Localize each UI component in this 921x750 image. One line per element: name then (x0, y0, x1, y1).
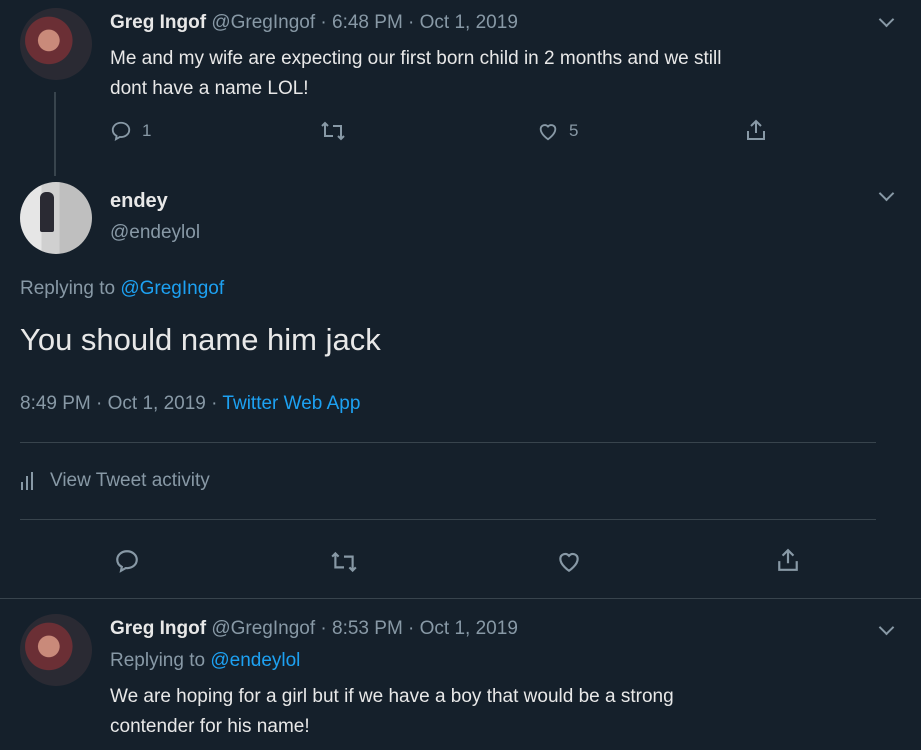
reply-button[interactable]: 1 (110, 120, 151, 142)
tweet-text-line: dont have a name LOL! (110, 78, 309, 99)
replying-handle-link[interactable]: @GregIngof (120, 278, 224, 299)
like-button[interactable] (556, 548, 582, 574)
retweet-icon (321, 121, 345, 141)
author-name[interactable]: Greg Ingof (110, 12, 206, 33)
tweet-header: Greg Ingof @GregIngof · 8:53 PM · Oct 1,… (110, 618, 518, 640)
tweet-text: Me and my wife are expecting our first b… (110, 44, 721, 104)
replying-label: Replying to (20, 278, 121, 299)
activity-icon (21, 472, 33, 490)
avatar[interactable] (20, 614, 92, 686)
divider (20, 519, 876, 520)
avatar[interactable] (20, 8, 92, 80)
author-name[interactable]: endey (110, 190, 168, 213)
retweet-icon (331, 551, 357, 573)
reply-count: 1 (142, 121, 152, 140)
thread-connector (54, 92, 56, 176)
share-icon (778, 548, 798, 571)
share-button[interactable] (745, 118, 767, 142)
tweet-header: Greg Ingof @GregIngof · 6:48 PM · Oct 1,… (110, 12, 518, 34)
tweet-meta: 8:49 PM · Oct 1, 2019 · Twitter Web App (20, 393, 360, 415)
tweet-text-line: contender for his name! (110, 716, 310, 737)
tweet-text: We are hoping for a girl but if we have … (110, 682, 674, 742)
author-handle-time[interactable]: @GregIngof · 6:48 PM · Oct 1, 2019 (211, 12, 518, 33)
reply-button[interactable] (114, 548, 140, 574)
author-handle-time[interactable]: @GregIngof · 8:53 PM · Oct 1, 2019 (211, 618, 518, 639)
tweet-text: You should name him jack (20, 322, 381, 357)
divider (20, 442, 876, 443)
reply-icon (116, 550, 138, 573)
view-activity-label: View Tweet activity (50, 470, 210, 491)
heart-icon (539, 124, 557, 141)
avatar[interactable] (20, 182, 92, 254)
chevron-down-icon[interactable] (878, 11, 895, 28)
timestamp[interactable]: 8:49 PM · Oct 1, 2019 · (20, 393, 222, 414)
chevron-down-icon[interactable] (878, 185, 895, 202)
chevron-down-icon[interactable] (878, 619, 895, 636)
like-count: 5 (569, 121, 579, 140)
tweet-text-line: We are hoping for a girl but if we have … (110, 686, 674, 707)
retweet-button[interactable] (330, 550, 358, 574)
share-icon (747, 119, 765, 140)
divider (0, 598, 921, 599)
replying-to: Replying to @endeylol (110, 650, 300, 672)
source-link[interactable]: Twitter Web App (222, 393, 360, 414)
replying-label: Replying to (110, 650, 211, 671)
replying-handle-link[interactable]: @endeylol (210, 650, 300, 671)
author-handle[interactable]: @endeylol (110, 222, 200, 244)
view-activity-link[interactable]: View Tweet activity (20, 470, 210, 492)
retweet-button[interactable] (320, 120, 346, 142)
share-button[interactable] (776, 546, 800, 574)
heart-icon (559, 552, 579, 573)
like-button[interactable]: 5 (537, 120, 578, 142)
author-name[interactable]: Greg Ingof (110, 618, 206, 639)
reply-icon (111, 121, 131, 142)
replying-to: Replying to @GregIngof (20, 278, 224, 300)
tweet-text-line: Me and my wife are expecting our first b… (110, 48, 722, 69)
